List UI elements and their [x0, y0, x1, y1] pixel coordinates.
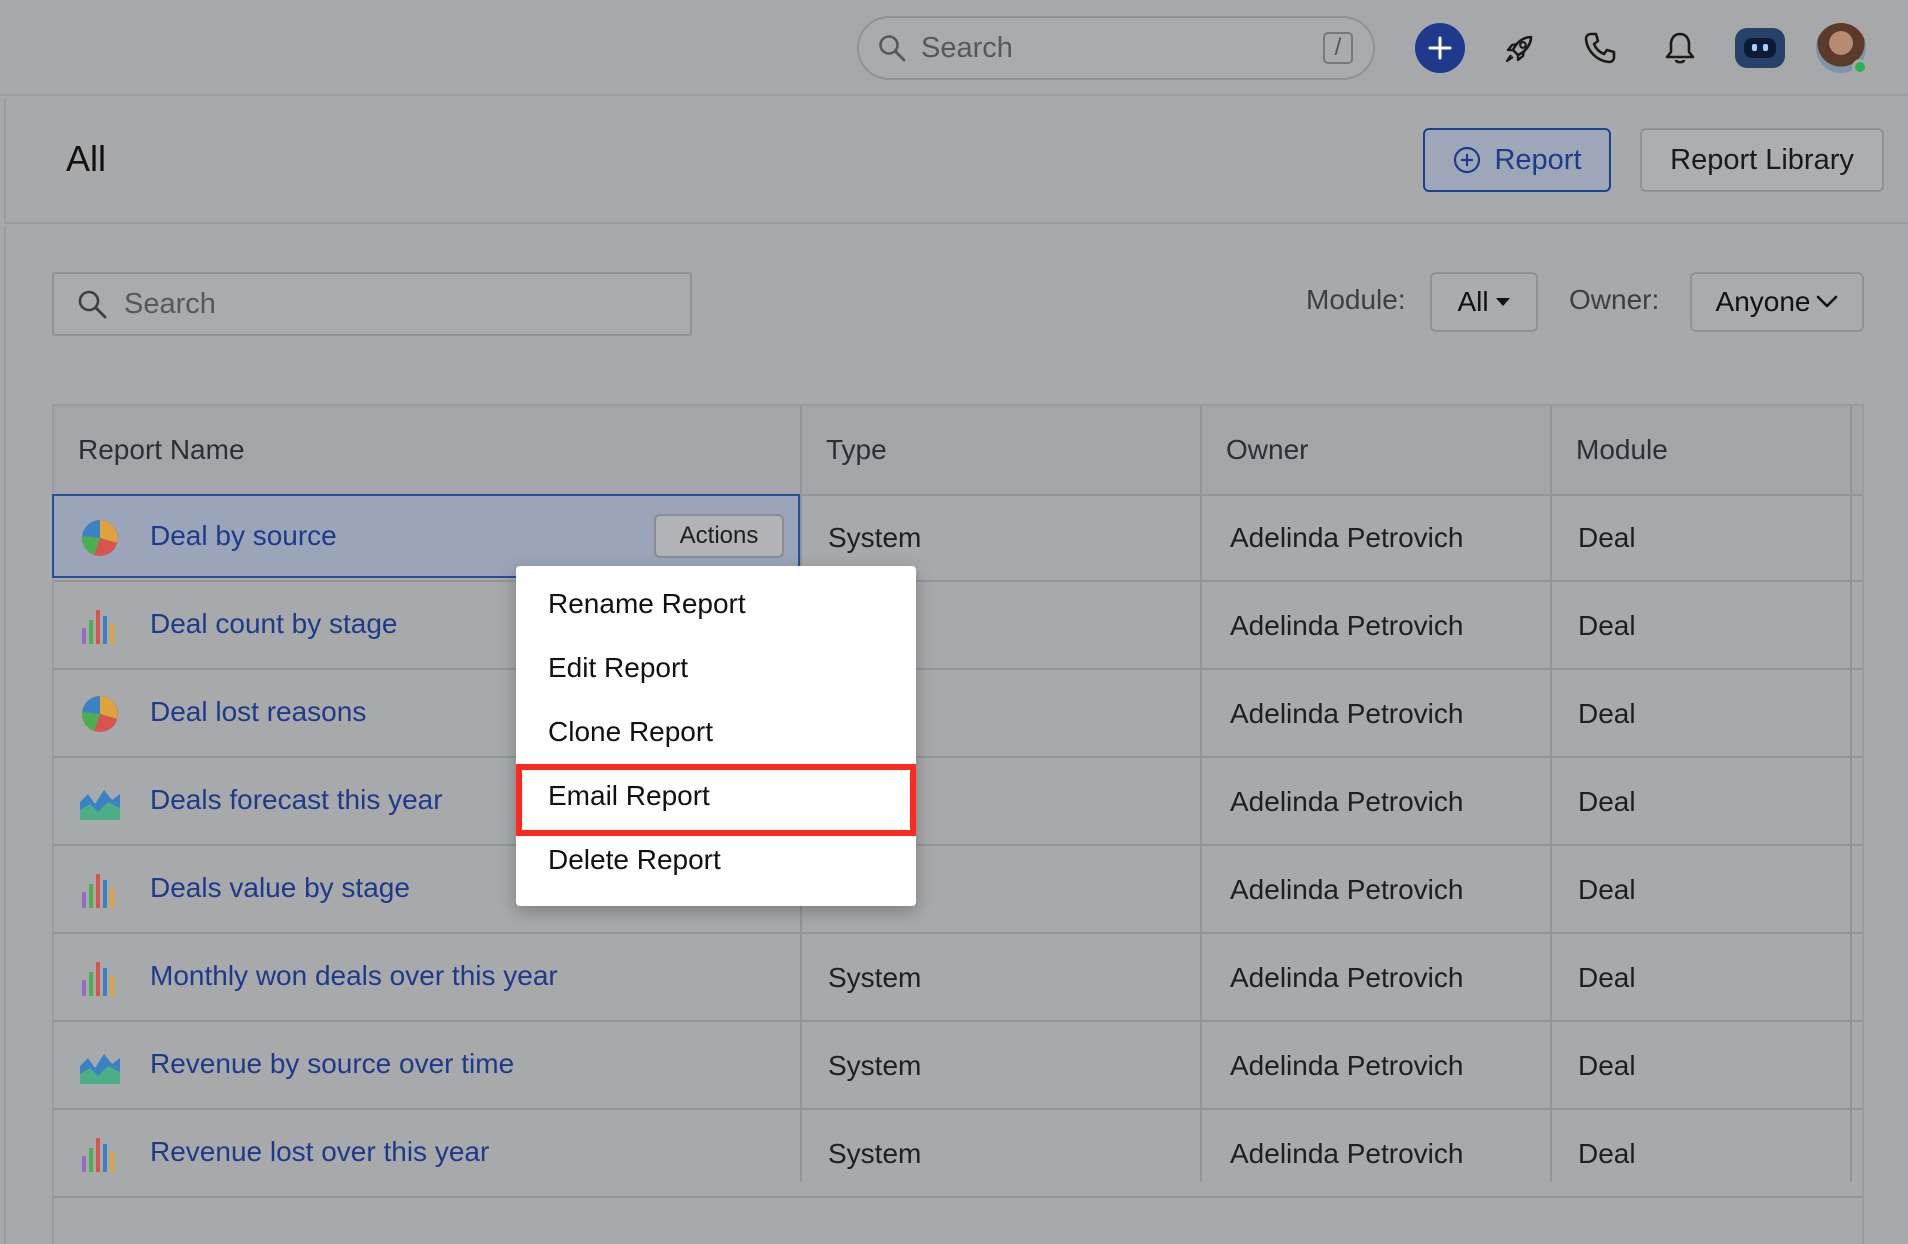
global-search-input[interactable]: Search /	[857, 16, 1375, 80]
report-name-link[interactable]: Revenue lost over this year	[150, 1136, 489, 1168]
module-filter-value: All	[1457, 286, 1489, 317]
caret-down-icon	[1495, 298, 1510, 306]
shortcut-key-badge: /	[1323, 32, 1353, 64]
report-owner: Adelinda Petrovich	[1230, 786, 1464, 817]
report-search-input[interactable]: Search	[52, 272, 692, 336]
rocket-button[interactable]	[1494, 22, 1546, 74]
module-filter-label: Module:	[1306, 284, 1406, 315]
bar-chart-icon	[80, 870, 120, 910]
module-filter-select[interactable]: All	[1430, 272, 1538, 332]
menu-item-rename-report[interactable]: Rename Report	[548, 588, 746, 620]
search-icon	[879, 35, 906, 62]
report-type: System	[828, 1138, 922, 1169]
notifications-button[interactable]	[1654, 22, 1706, 74]
table-row[interactable]: Revenue by source over time System Adelind…	[54, 1024, 1862, 1110]
report-module: Deal	[1578, 874, 1636, 905]
top-bar: Search /	[0, 0, 1908, 96]
report-module: Deal	[1578, 962, 1636, 993]
bar-chart-icon	[80, 958, 120, 998]
report-name-link[interactable]: Deals value by stage	[150, 872, 410, 904]
report-owner: Adelinda Petrovich	[1230, 1050, 1464, 1081]
table-row[interactable]: Deal lost reasonsnAdelinda PetrovichDeal	[54, 672, 1862, 758]
owner-filter-label: Owner:	[1569, 284, 1660, 315]
report-library-button[interactable]: Report Library	[1640, 128, 1884, 192]
actions-button[interactable]: Actions	[654, 514, 784, 558]
pie-chart-icon	[80, 694, 120, 734]
report-module: Deal	[1578, 610, 1636, 641]
report-name-link[interactable]: Revenue by source over time	[150, 1048, 514, 1080]
column-header-owner[interactable]: Owner	[1226, 434, 1308, 466]
menu-item-clone-report[interactable]: Clone Report	[548, 716, 713, 748]
bar-chart-icon	[80, 606, 120, 646]
report-search-placeholder: Search	[124, 287, 216, 320]
bell-icon	[1665, 32, 1695, 64]
global-search-placeholder: Search	[921, 31, 1013, 64]
menu-item-delete-report[interactable]: Delete Report	[548, 844, 721, 876]
bot-icon	[1744, 38, 1776, 58]
page-title: All	[66, 138, 107, 179]
page-header: All	[4, 98, 1908, 224]
owner-filter-select[interactable]: Anyone	[1690, 272, 1864, 332]
report-owner: Adelinda Petrovich	[1230, 522, 1464, 553]
add-report-button[interactable]: Report	[1423, 128, 1611, 192]
owner-filter-value: Anyone	[1715, 286, 1811, 317]
table-row[interactable]: Deal by source Actions System Adelinda Petr…	[52, 494, 1862, 582]
report-module: Deal	[1578, 1050, 1636, 1081]
report-name-link[interactable]: Deal lost reasons	[150, 696, 366, 728]
plus-icon	[1428, 36, 1452, 60]
report-module: Deal	[1578, 522, 1636, 553]
table-header: Report Name Type Owner Module	[54, 406, 1862, 496]
report-type: System	[828, 962, 922, 993]
report-owner: Adelinda Petrovich	[1230, 610, 1464, 641]
table-row[interactable]: Deals value by stagenAdelinda PetrovichD…	[54, 848, 1862, 934]
report-module: Deal	[1578, 786, 1636, 817]
search-icon	[78, 290, 107, 319]
column-header-type[interactable]: Type	[826, 434, 887, 466]
report-module: Deal	[1578, 1138, 1636, 1169]
rocket-icon	[1505, 35, 1533, 63]
plus-circle-icon	[1454, 146, 1481, 174]
phone-icon	[1584, 32, 1616, 64]
actions-menu: Rename Report Edit Report Clone Report E…	[516, 566, 916, 906]
table-row[interactable]: Monthly won deals over this year System Ad…	[54, 936, 1862, 1022]
menu-item-edit-report[interactable]: Edit Report	[548, 652, 688, 684]
table-row[interactable]: Revenue lost over this year System Adelind…	[54, 1112, 1862, 1198]
create-plus-button[interactable]	[1415, 23, 1465, 73]
assistant-button[interactable]	[1735, 28, 1785, 68]
report-type: System	[828, 1050, 922, 1081]
bar-chart-icon	[80, 1134, 120, 1174]
report-owner: Adelinda Petrovich	[1230, 1138, 1464, 1169]
add-report-label: Report	[1494, 143, 1582, 176]
online-status-dot	[1852, 59, 1868, 75]
report-owner: Adelinda Petrovich	[1230, 874, 1464, 905]
reports-table: Report Name Type Owner Module Deal by so…	[52, 404, 1864, 1244]
table-row[interactable]: Deal count by stagenAdelinda PetrovichDe…	[54, 584, 1862, 670]
report-name-link[interactable]: Deal by source	[150, 520, 337, 552]
chevron-down-icon	[1817, 295, 1838, 308]
menu-item-email-report[interactable]: Email Report	[548, 780, 710, 812]
report-type: System	[828, 522, 922, 553]
report-name-link[interactable]: Monthly won deals over this year	[150, 960, 558, 992]
table-row[interactable]: Deals forecast this yearnAdelinda Petrov…	[54, 760, 1862, 846]
report-module: Deal	[1578, 698, 1636, 729]
report-owner: Adelinda Petrovich	[1230, 698, 1464, 729]
report-name-link[interactable]: Deals forecast this year	[150, 784, 443, 816]
column-header-report-name[interactable]: Report Name	[78, 434, 245, 466]
pie-chart-icon	[80, 518, 120, 558]
area-chart-icon	[80, 1046, 120, 1086]
column-header-module[interactable]: Module	[1576, 434, 1668, 466]
user-avatar[interactable]	[1816, 23, 1868, 75]
phone-button[interactable]	[1574, 22, 1626, 74]
report-owner: Adelinda Petrovich	[1230, 962, 1464, 993]
report-name-link[interactable]: Deal count by stage	[150, 608, 398, 640]
area-chart-icon	[80, 782, 120, 822]
